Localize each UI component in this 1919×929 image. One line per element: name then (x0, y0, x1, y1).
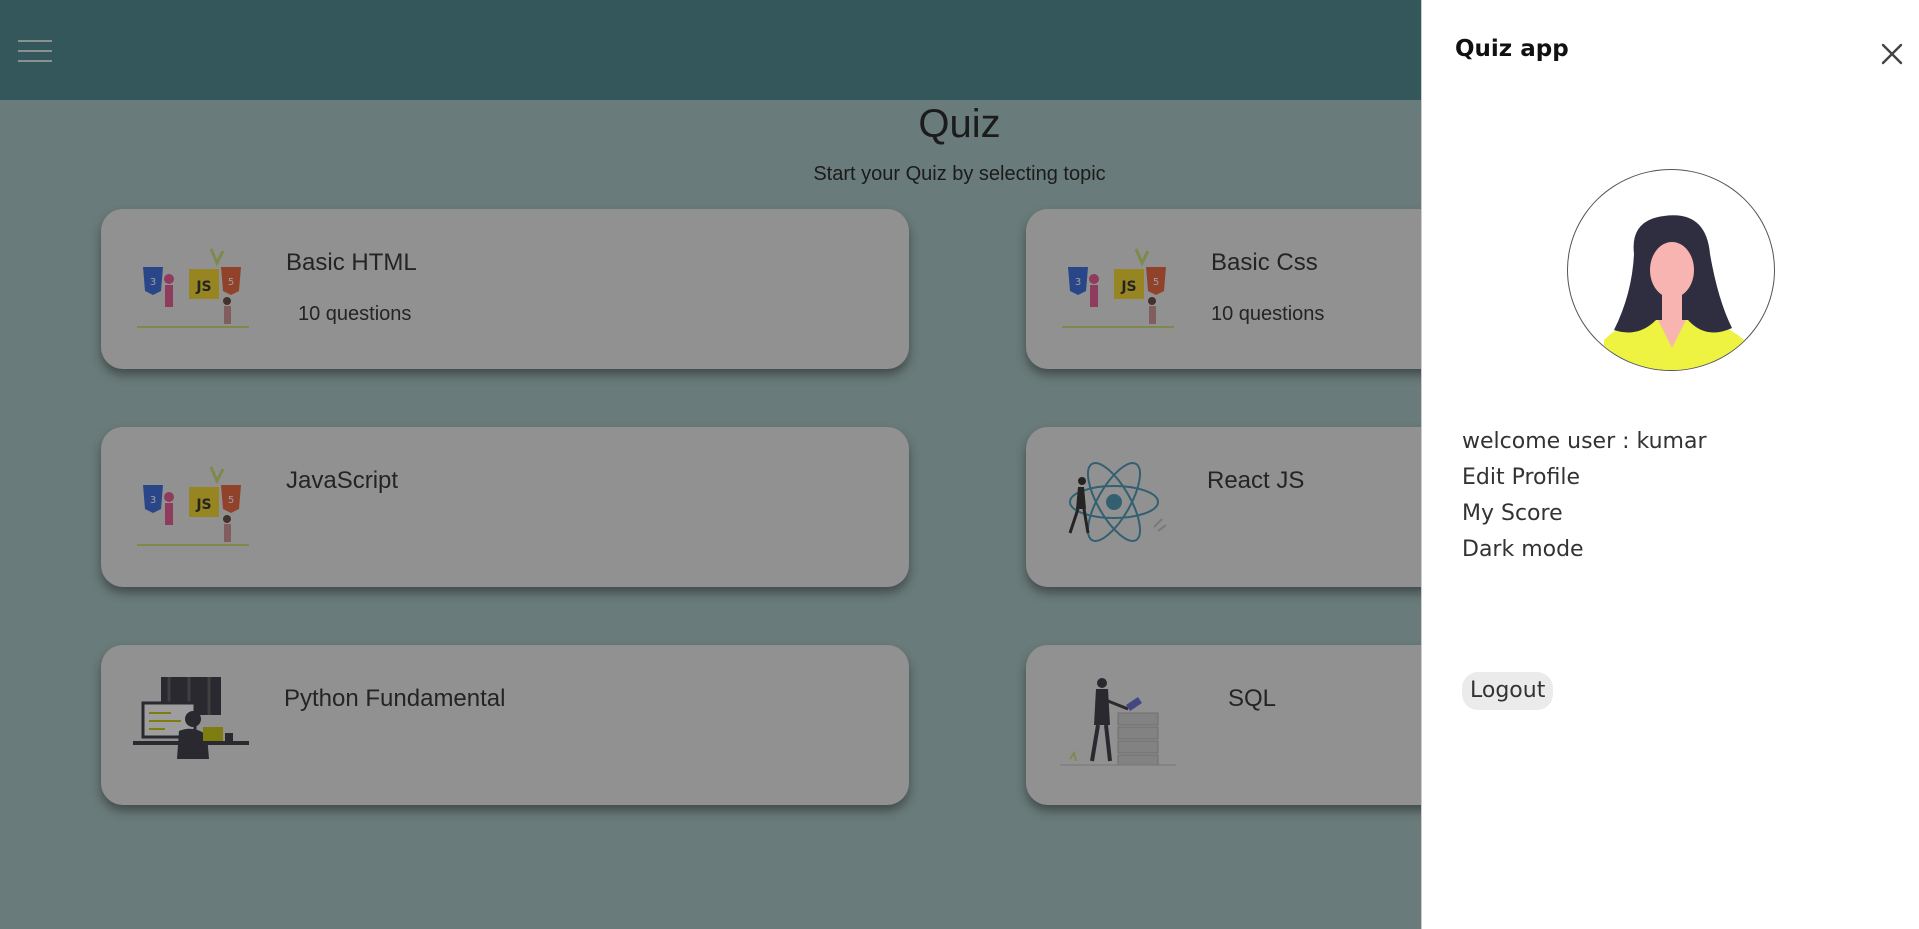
menu-item-edit-profile[interactable]: Edit Profile (1462, 460, 1707, 496)
drawer-title: Quiz app (1455, 36, 1569, 62)
menu-item-my-score[interactable]: My Score (1462, 496, 1707, 532)
welcome-user-text: welcome user : kumar (1462, 429, 1707, 454)
avatar (1567, 169, 1775, 371)
menu-item-dark-mode[interactable]: Dark mode (1462, 532, 1707, 568)
logout-button[interactable]: Logout (1462, 672, 1554, 710)
drawer-backdrop[interactable] (0, 0, 1421, 929)
profile-avatar-icon (1604, 215, 1744, 370)
side-drawer: Quiz app welcome user : kumar Edit Profi… (1421, 0, 1919, 929)
drawer-menu: welcome user : kumar Edit Profile My Sco… (1462, 424, 1707, 568)
close-icon[interactable] (1878, 40, 1906, 68)
